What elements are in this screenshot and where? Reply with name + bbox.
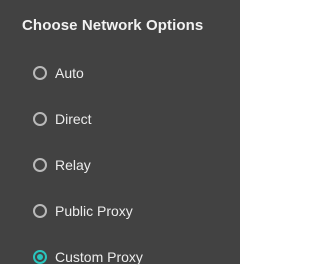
network-options-dialog: Choose Network Options Auto Direct Relay… xyxy=(0,0,240,265)
option-public-proxy-label: Public Proxy xyxy=(55,203,133,219)
radio-relay[interactable] xyxy=(33,158,47,172)
option-custom-proxy[interactable]: Custom Proxy xyxy=(0,234,240,280)
option-auto-label: Auto xyxy=(55,65,84,81)
dialog-title: Choose Network Options xyxy=(22,17,204,34)
option-auto[interactable]: Auto xyxy=(0,50,240,96)
option-direct-label: Direct xyxy=(55,111,92,127)
option-custom-proxy-label: Custom Proxy xyxy=(55,249,143,265)
option-public-proxy[interactable]: Public Proxy xyxy=(0,188,240,234)
option-relay-label: Relay xyxy=(55,157,91,173)
option-direct[interactable]: Direct xyxy=(0,96,240,142)
radio-public-proxy[interactable] xyxy=(33,204,47,218)
radio-direct[interactable] xyxy=(33,112,47,126)
radio-custom-proxy[interactable] xyxy=(33,250,47,264)
radio-auto[interactable] xyxy=(33,66,47,80)
option-relay[interactable]: Relay xyxy=(0,142,240,188)
network-options-radio-group: Auto Direct Relay Public Proxy Custom Pr… xyxy=(0,50,240,280)
